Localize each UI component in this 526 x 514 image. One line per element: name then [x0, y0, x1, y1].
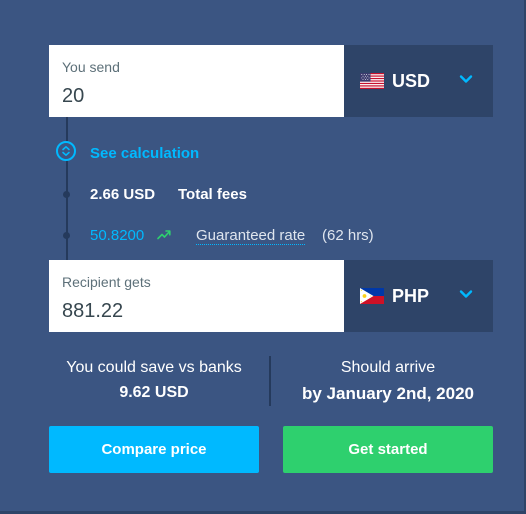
guaranteed-rate-link[interactable]: Guaranteed rate — [196, 227, 306, 245]
arrival-date: by January 2nd, 2020 — [302, 384, 474, 403]
chevron-down-icon[interactable] — [459, 287, 473, 301]
calculation-toggle-icon[interactable] — [56, 141, 76, 161]
see-calculation-link[interactable]: See calculation — [90, 145, 199, 162]
ph-flag-icon — [360, 288, 384, 304]
exchange-rate-value: 50.8200 — [90, 227, 145, 244]
total-fees-label: Total fees — [178, 186, 247, 203]
send-amount-field[interactable]: You send 20 — [49, 45, 344, 117]
recipient-currency-code: PHP — [392, 285, 430, 306]
timeline-dot — [63, 191, 70, 198]
recipient-amount-label: Recipient gets — [62, 274, 151, 290]
arrival-label: Should arrive — [340, 359, 436, 376]
recipient-currency-select[interactable]: PHP — [344, 260, 493, 332]
send-amount-label: You send — [62, 59, 120, 75]
send-currency-code: USD — [392, 70, 431, 91]
trend-up-icon — [157, 230, 171, 240]
arrival-summary: Should arrive by January 2nd, 2020 — [283, 359, 493, 404]
savings-value: 9.62 USD — [119, 384, 189, 401]
us-flag-icon — [360, 73, 384, 89]
timeline-dot — [63, 232, 70, 239]
savings-summary: You could save vs banks 9.62 USD — [49, 359, 259, 402]
chevron-down-icon[interactable] — [459, 72, 473, 86]
recipient-amount-field[interactable]: Recipient gets 881.22 — [49, 260, 344, 332]
summary-divider — [269, 356, 271, 406]
recipient-amount-input[interactable]: 881.22 — [62, 299, 331, 323]
send-currency-select[interactable]: USD — [344, 45, 493, 117]
total-fees-amount: 2.66 USD — [90, 186, 156, 203]
compare-price-button[interactable]: Compare price — [49, 426, 259, 473]
get-started-button[interactable]: Get started — [283, 426, 493, 473]
send-amount-input[interactable]: 20 — [62, 84, 331, 108]
guaranteed-rate-duration: (62 hrs) — [322, 227, 374, 244]
savings-label: You could save vs banks — [66, 359, 242, 376]
